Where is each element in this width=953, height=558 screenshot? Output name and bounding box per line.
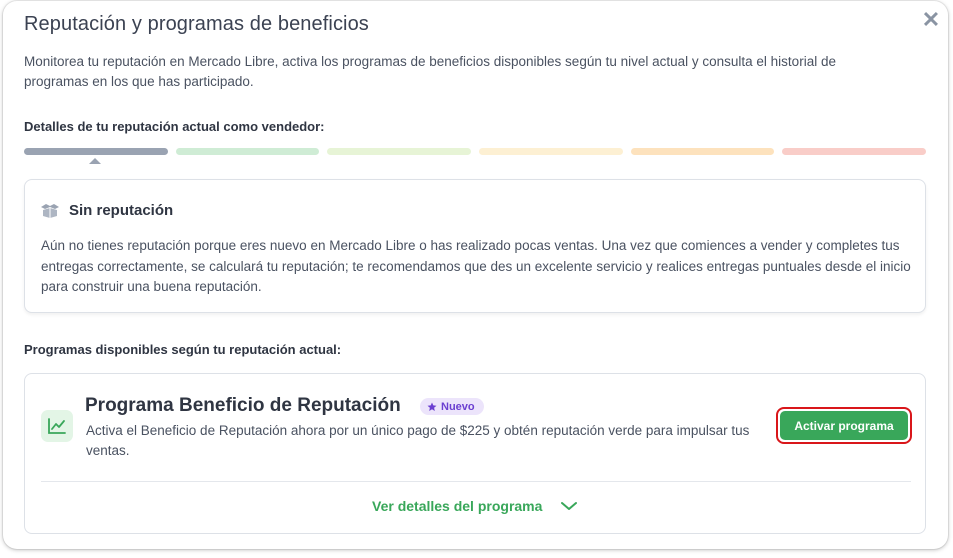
- activate-program-button[interactable]: Activar programa: [776, 407, 912, 444]
- activate-program-label[interactable]: Activar programa: [780, 411, 908, 440]
- view-program-details-link[interactable]: Ver detalles del programa: [372, 498, 578, 514]
- programs-section-label: Programas disponibles según tu reputació…: [24, 342, 342, 357]
- program-description: Activa el Beneficio de Reputación ahora …: [86, 423, 750, 458]
- reputation-level-6: [782, 148, 927, 155]
- box-icon: [41, 203, 59, 218]
- program-divider: [41, 481, 911, 482]
- reputation-level-3: [327, 148, 472, 155]
- current-level-pointer: [89, 158, 101, 164]
- reputation-section-label: Detalles de tu reputación actual como ve…: [24, 119, 325, 134]
- program-title: Programa Beneficio de Reputación: [85, 395, 401, 416]
- star-icon: [427, 402, 437, 411]
- reputation-level-2: [175, 148, 320, 155]
- chevron-down-icon[interactable]: [560, 501, 578, 511]
- modal-title: Reputación y programas de beneficios: [24, 13, 369, 35]
- reputation-level-5: [630, 148, 775, 155]
- reputation-scale: [24, 148, 927, 155]
- reputation-card-header: Sin reputación: [40, 202, 173, 219]
- reputation-level-1: [24, 148, 168, 155]
- program-card: Programa Beneficio de Reputación Nuevo A…: [24, 373, 926, 534]
- modal-description: Monitorea tu reputación en Mercado Libre…: [24, 54, 836, 89]
- close-icon[interactable]: ✕: [920, 9, 942, 31]
- details-link-label[interactable]: Ver detalles del programa: [372, 498, 542, 514]
- badge-label: Nuevo: [441, 400, 475, 413]
- trend-chart-icon: [48, 418, 66, 434]
- new-badge: Nuevo: [420, 398, 484, 415]
- reputation-level-4: [479, 148, 623, 155]
- reputation-card: Sin reputación Aún no tienes reputación …: [24, 179, 926, 313]
- reputation-status-title: Sin reputación: [69, 202, 174, 219]
- program-icon-wrapper: [41, 410, 73, 442]
- reputation-modal: Reputación y programas de beneficios ✕ M…: [3, 1, 948, 549]
- reputation-status-text: Aún no tienes reputación porque eres nue…: [41, 238, 911, 294]
